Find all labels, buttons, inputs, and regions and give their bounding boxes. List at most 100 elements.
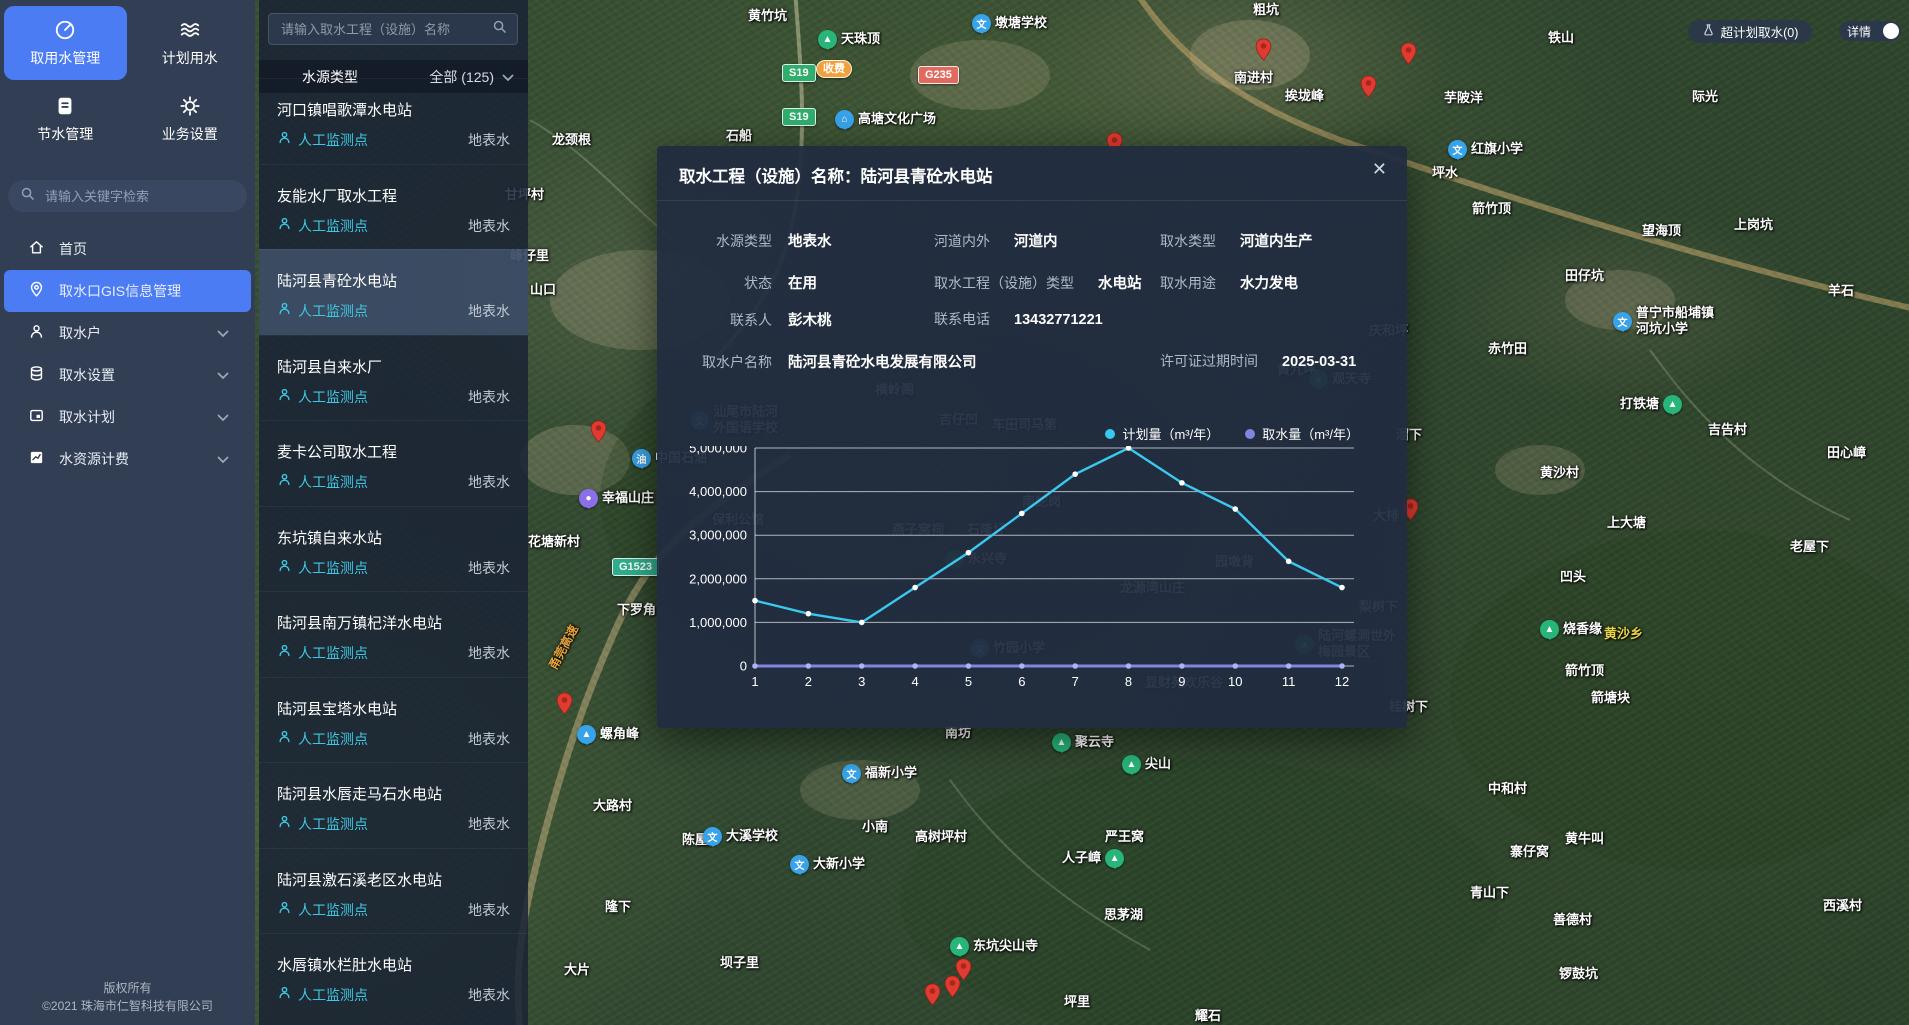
map-poi-facility[interactable]: 文普宁市船埔镇河坑小学 — [1613, 305, 1714, 338]
module-gauge[interactable]: 取用水管理 — [4, 6, 127, 80]
blue-map-pin-icon[interactable]: ▲ — [577, 725, 596, 744]
station-list-item[interactable]: 陆河县自来水厂人工监测点地表水 — [259, 335, 528, 421]
red-marker-pin[interactable] — [1400, 42, 1417, 70]
chevron-down-icon[interactable] — [217, 451, 229, 467]
map-place-label: 挨垅峰 — [1285, 88, 1324, 104]
map-poi-nature[interactable]: ▲聚云寺 — [1052, 733, 1114, 752]
blue-map-pin-icon[interactable]: 文 — [1613, 312, 1632, 331]
map-poi-nature[interactable]: ▲烧香缘 — [1540, 620, 1602, 639]
blue-map-pin-icon[interactable]: ⌂ — [835, 110, 854, 129]
map-poi-nature[interactable]: 人子嶂▲ — [1062, 849, 1124, 868]
map-poi-facility[interactable]: 文大新小学 — [790, 855, 865, 874]
over-plan-intake-button[interactable]: 超计划取水(0) — [1688, 20, 1812, 43]
blue-map-pin-icon[interactable]: 文 — [1448, 140, 1467, 159]
blue-map-pin-icon[interactable]: 文 — [972, 14, 991, 33]
station-list-item[interactable]: 陆河县青砼水电站人工监测点地表水 — [259, 249, 528, 335]
detail-toggle[interactable]: 详情 — [1839, 21, 1901, 41]
purple-map-pin-icon[interactable]: ● — [579, 489, 598, 508]
map-poi-facility[interactable]: 文大溪学校 — [703, 827, 778, 846]
station-list-item[interactable]: 陆河县宝塔水电站人工监测点地表水 — [259, 677, 528, 763]
toggle-knob[interactable] — [1883, 23, 1899, 39]
field: 状态在用 — [677, 272, 817, 293]
sidebar-item-bill[interactable]: 水资源计费 — [4, 438, 251, 480]
map-poi-nature[interactable]: ▲天珠顶 — [818, 30, 880, 49]
blue-map-pin-icon[interactable]: 文 — [703, 827, 722, 846]
map-place-label: 羊石 — [1828, 283, 1854, 299]
station-list-item[interactable]: 东坑镇自来水站人工监测点地表水 — [259, 506, 528, 592]
station-list-item[interactable]: 陆河县激石溪老区水电站人工监测点地表水 — [259, 848, 528, 934]
field: 河道内外河道内 — [934, 230, 1058, 251]
legend-item[interactable]: 取水量（m³/年） — [1245, 424, 1359, 443]
sidebar-item-plan[interactable]: 取水计划 — [4, 396, 251, 438]
green-map-pin-icon[interactable]: ▲ — [1052, 733, 1071, 752]
green-map-pin-icon[interactable]: ▲ — [1540, 620, 1559, 639]
field-label: 取水类型 — [1160, 231, 1216, 251]
sidebar-item-pin[interactable]: 取水口GIS信息管理 — [4, 270, 251, 312]
sidebar-item-db[interactable]: 取水设置 — [4, 354, 251, 396]
green-map-pin-icon[interactable]: ▲ — [1122, 755, 1141, 774]
map-poi-facility[interactable]: 文红旗小学 — [1448, 140, 1523, 159]
chevron-down-icon[interactable] — [217, 367, 229, 383]
search-icon[interactable] — [492, 19, 507, 39]
map-poi-nature[interactable]: 打铁塘▲ — [1620, 395, 1682, 414]
map-poi-nature[interactable]: ●幸福山庄 — [579, 489, 654, 508]
close-icon[interactable]: ✕ — [1372, 159, 1387, 180]
svg-text:5,000,000: 5,000,000 — [689, 446, 747, 456]
map-poi-facility[interactable]: ⌂高塘文化广场 — [835, 110, 936, 129]
blue-map-pin-icon[interactable]: 油 — [632, 449, 651, 468]
module-doc[interactable]: 节水管理 — [4, 82, 127, 156]
field-label: 许可证过期时间 — [1160, 351, 1258, 371]
field: 许可证过期时间2025-03-31 — [1160, 351, 1356, 371]
person-icon — [277, 900, 292, 920]
station-list-item[interactable]: 陆河县水唇走马石水电站人工监测点地表水 — [259, 762, 528, 848]
map-poi-nature[interactable]: ▲尖山 — [1122, 755, 1171, 774]
green-map-pin-icon[interactable]: ▲ — [950, 937, 969, 956]
map-poi-facility[interactable]: 文福新小学 — [842, 764, 917, 783]
red-marker-pin[interactable] — [955, 958, 972, 986]
sidebar-item-home[interactable]: 首页 — [4, 228, 251, 270]
green-map-pin-icon[interactable]: ▲ — [818, 30, 837, 49]
gear-icon — [179, 95, 201, 117]
map-place-label: 坝子里 — [720, 955, 759, 971]
road-badge: G235 — [918, 66, 959, 84]
station-list-item[interactable]: 麦卡公司取水工程人工监测点地表水 — [259, 420, 528, 506]
station-name: 东坑镇自来水站 — [277, 527, 528, 548]
green-map-pin-icon[interactable]: ▲ — [1663, 395, 1682, 414]
menu-label: 取水口GIS信息管理 — [59, 281, 181, 301]
red-marker-pin[interactable] — [1360, 75, 1377, 103]
chevron-down-icon[interactable] — [217, 325, 229, 341]
water-source: 地表水 — [468, 387, 510, 407]
legend-item[interactable]: 计划量（m³/年） — [1105, 424, 1219, 443]
menu-label: 首页 — [59, 239, 87, 259]
svg-text:1,000,000: 1,000,000 — [689, 615, 747, 630]
map-place-label: 凹头 — [1560, 569, 1586, 585]
red-marker-pin[interactable] — [556, 692, 573, 720]
station-detail-modal: 取水工程（设施）名称：陆河县青砼水电站 ✕ 水源类型地表水河道内外河道内取水类型… — [657, 146, 1407, 728]
flask-icon — [1702, 23, 1715, 40]
sidebar-item-user[interactable]: 取水户 — [4, 312, 251, 354]
sidebar-search-box[interactable] — [8, 180, 247, 212]
chevron-down-icon[interactable] — [217, 409, 229, 425]
red-marker-pin[interactable] — [590, 420, 607, 448]
module-waves[interactable]: 计划用水 — [129, 6, 252, 80]
road-badge: S19 — [782, 64, 816, 82]
station-search-input[interactable] — [279, 21, 486, 38]
map-poi-nature[interactable]: ▲东坑尖山寺 — [950, 937, 1038, 956]
station-list-item[interactable]: 河口镇唱歌潭水电站人工监测点地表水 — [259, 78, 528, 164]
red-marker-pin[interactable] — [1255, 38, 1272, 66]
map-poi-facility[interactable]: ▲螺角峰 — [577, 725, 639, 744]
red-marker-pin[interactable] — [924, 983, 941, 1011]
blue-map-pin-icon[interactable]: 文 — [842, 764, 861, 783]
map-place-label: 石船 — [726, 128, 752, 144]
station-list-item[interactable]: 水唇镇水栏肚水电站人工监测点地表水 — [259, 933, 528, 1019]
station-list-item[interactable]: 陆河县南万镇杞洋水电站人工监测点地表水 — [259, 591, 528, 677]
station-search-box[interactable] — [268, 13, 518, 45]
station-list-item[interactable]: 友能水厂取水工程人工监测点地表水 — [259, 164, 528, 250]
blue-map-pin-icon[interactable]: 文 — [790, 855, 809, 874]
sidebar-search-input[interactable] — [43, 188, 235, 205]
water-source: 地表水 — [468, 216, 510, 236]
green-map-pin-icon[interactable]: ▲ — [1105, 849, 1124, 868]
module-gear[interactable]: 业务设置 — [129, 82, 252, 156]
person-icon — [277, 130, 292, 150]
map-poi-facility[interactable]: 文墩塘学校 — [972, 14, 1047, 33]
